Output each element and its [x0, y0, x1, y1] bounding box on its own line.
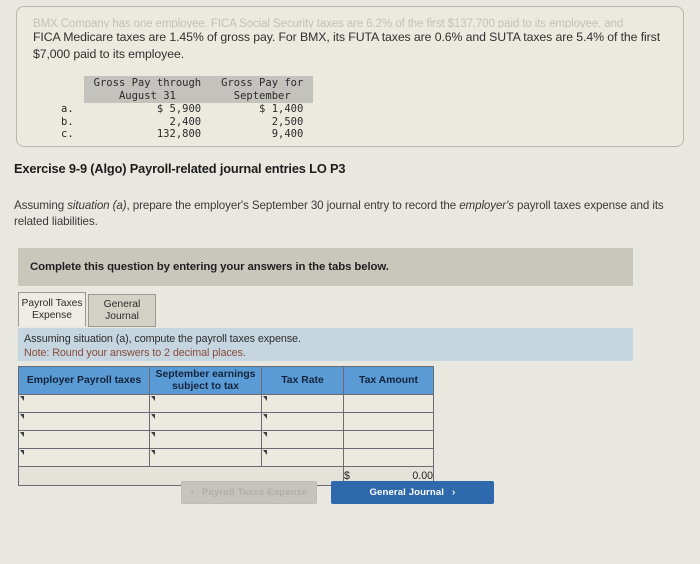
answer-table-wrapper: Employer Payroll taxes September earning…	[18, 366, 434, 486]
complete-question-text: Complete this question by entering your …	[30, 261, 389, 273]
gross-pay-table: Gross Pay through August 31 Gross Pay fo…	[55, 76, 314, 141]
column-header-tax-amount: Tax Amount	[343, 366, 434, 395]
column-header-september-earnings: September earnings subject to tax	[149, 366, 262, 395]
prev-button-label: Payroll Taxes Expense	[202, 487, 308, 498]
input-earnings-row3[interactable]	[149, 430, 262, 449]
gross-pay-row-august: 2,400	[169, 115, 202, 128]
table-row	[18, 448, 434, 467]
complete-question-bar: Complete this question by entering your …	[18, 248, 633, 286]
table-row: b. 2,400 2,500	[55, 116, 313, 129]
payroll-taxes-answer-table: Employer Payroll taxes September earning…	[18, 366, 434, 486]
output-tax-amount-row3	[343, 430, 434, 449]
gross-pay-header-september: Gross Pay for September	[211, 76, 314, 103]
input-tax-name-row1[interactable]	[18, 394, 150, 413]
tab-payroll-taxes-expense-line1: Payroll Taxes	[21, 297, 83, 309]
prompt-italic-situation: situation (a)	[67, 199, 127, 212]
navigation-buttons: ‹ Payroll Taxes Expense General Journal …	[181, 481, 494, 504]
exercise-prompt: Assuming situation (a), prepare the empl…	[14, 198, 686, 229]
input-earnings-row2[interactable]	[149, 412, 262, 431]
table-row: c. 132,800 9,400	[55, 128, 313, 141]
tab-general-journal[interactable]: General Journal	[88, 294, 156, 327]
gross-pay-row-label: b.	[61, 115, 74, 128]
gross-pay-row-august: $ 5,900	[156, 103, 202, 115]
column-header-tax-rate: Tax Rate	[261, 366, 344, 395]
output-tax-amount-row1	[343, 394, 434, 413]
next-general-journal-button[interactable]: General Journal ›	[331, 481, 494, 504]
tab-general-journal-line1: General	[103, 298, 141, 310]
prev-payroll-taxes-expense-button[interactable]: ‹ Payroll Taxes Expense	[181, 481, 317, 504]
input-tax-name-row2[interactable]	[18, 412, 150, 431]
gross-pay-header-row: Gross Pay through August 31 Gross Pay fo…	[55, 76, 314, 103]
input-earnings-row4[interactable]	[149, 448, 262, 467]
output-tax-amount-row4	[343, 448, 434, 467]
instruction-text: Assuming situation (a), compute the payr…	[24, 333, 301, 345]
chevron-right-icon: ›	[452, 487, 456, 498]
scenario-faded-line: BMX Company has one employee. FICA Socia…	[33, 18, 624, 28]
gross-pay-row-september: $ 1,400	[259, 103, 304, 115]
prompt-segment-2: , prepare the employer's September 30 jo…	[126, 199, 460, 212]
scenario-card: BMX Company has one employee. FICA Socia…	[16, 6, 684, 147]
page-title: Exercise 9-9 (Algo) Payroll-related jour…	[14, 161, 346, 176]
tab-payroll-taxes-expense-line2: Expense	[31, 309, 73, 321]
table-row: a. $ 5,900 $ 1,400	[55, 103, 313, 116]
answer-table-header-row: Employer Payroll taxes September earning…	[18, 366, 434, 395]
input-tax-name-row3[interactable]	[18, 430, 150, 449]
column-header-employer-payroll-taxes: Employer Payroll taxes	[18, 366, 150, 395]
tab-strip: Payroll Taxes Expense General Journal	[18, 292, 156, 327]
scenario-paragraph: FICA Medicare taxes are 1.45% of gross p…	[33, 30, 661, 61]
gross-pay-row-september: 2,500	[271, 115, 304, 128]
instruction-note-bar: Assuming situation (a), compute the payr…	[18, 328, 633, 361]
input-tax-name-row4[interactable]	[18, 448, 150, 467]
gross-pay-row-label: c.	[61, 128, 74, 140]
chevron-left-icon: ‹	[190, 487, 195, 498]
table-row	[18, 430, 434, 449]
table-row	[18, 412, 434, 431]
tab-general-journal-line2: Journal	[105, 310, 139, 322]
gross-pay-row-august: 132,800	[156, 128, 202, 140]
input-tax-rate-row4[interactable]	[261, 448, 344, 467]
gross-pay-blank-header	[55, 76, 84, 103]
rounding-note-text: Note: Round your answers to 2 decimal pl…	[24, 347, 246, 359]
gross-pay-row-label: a.	[61, 103, 74, 115]
prompt-segment-1: Assuming	[14, 199, 68, 212]
tab-payroll-taxes-expense[interactable]: Payroll Taxes Expense	[18, 292, 86, 327]
table-row	[18, 394, 434, 413]
input-tax-rate-row1[interactable]	[261, 394, 344, 413]
gross-pay-row-september: 9,400	[271, 128, 304, 140]
input-tax-rate-row2[interactable]	[261, 412, 344, 431]
next-button-label: General Journal	[369, 487, 445, 498]
input-earnings-row1[interactable]	[149, 394, 262, 413]
output-tax-amount-row2	[343, 412, 434, 431]
prompt-italic-employers: employer's	[459, 199, 514, 212]
gross-pay-header-august: Gross Pay through August 31	[83, 76, 212, 103]
input-tax-rate-row3[interactable]	[261, 430, 344, 449]
